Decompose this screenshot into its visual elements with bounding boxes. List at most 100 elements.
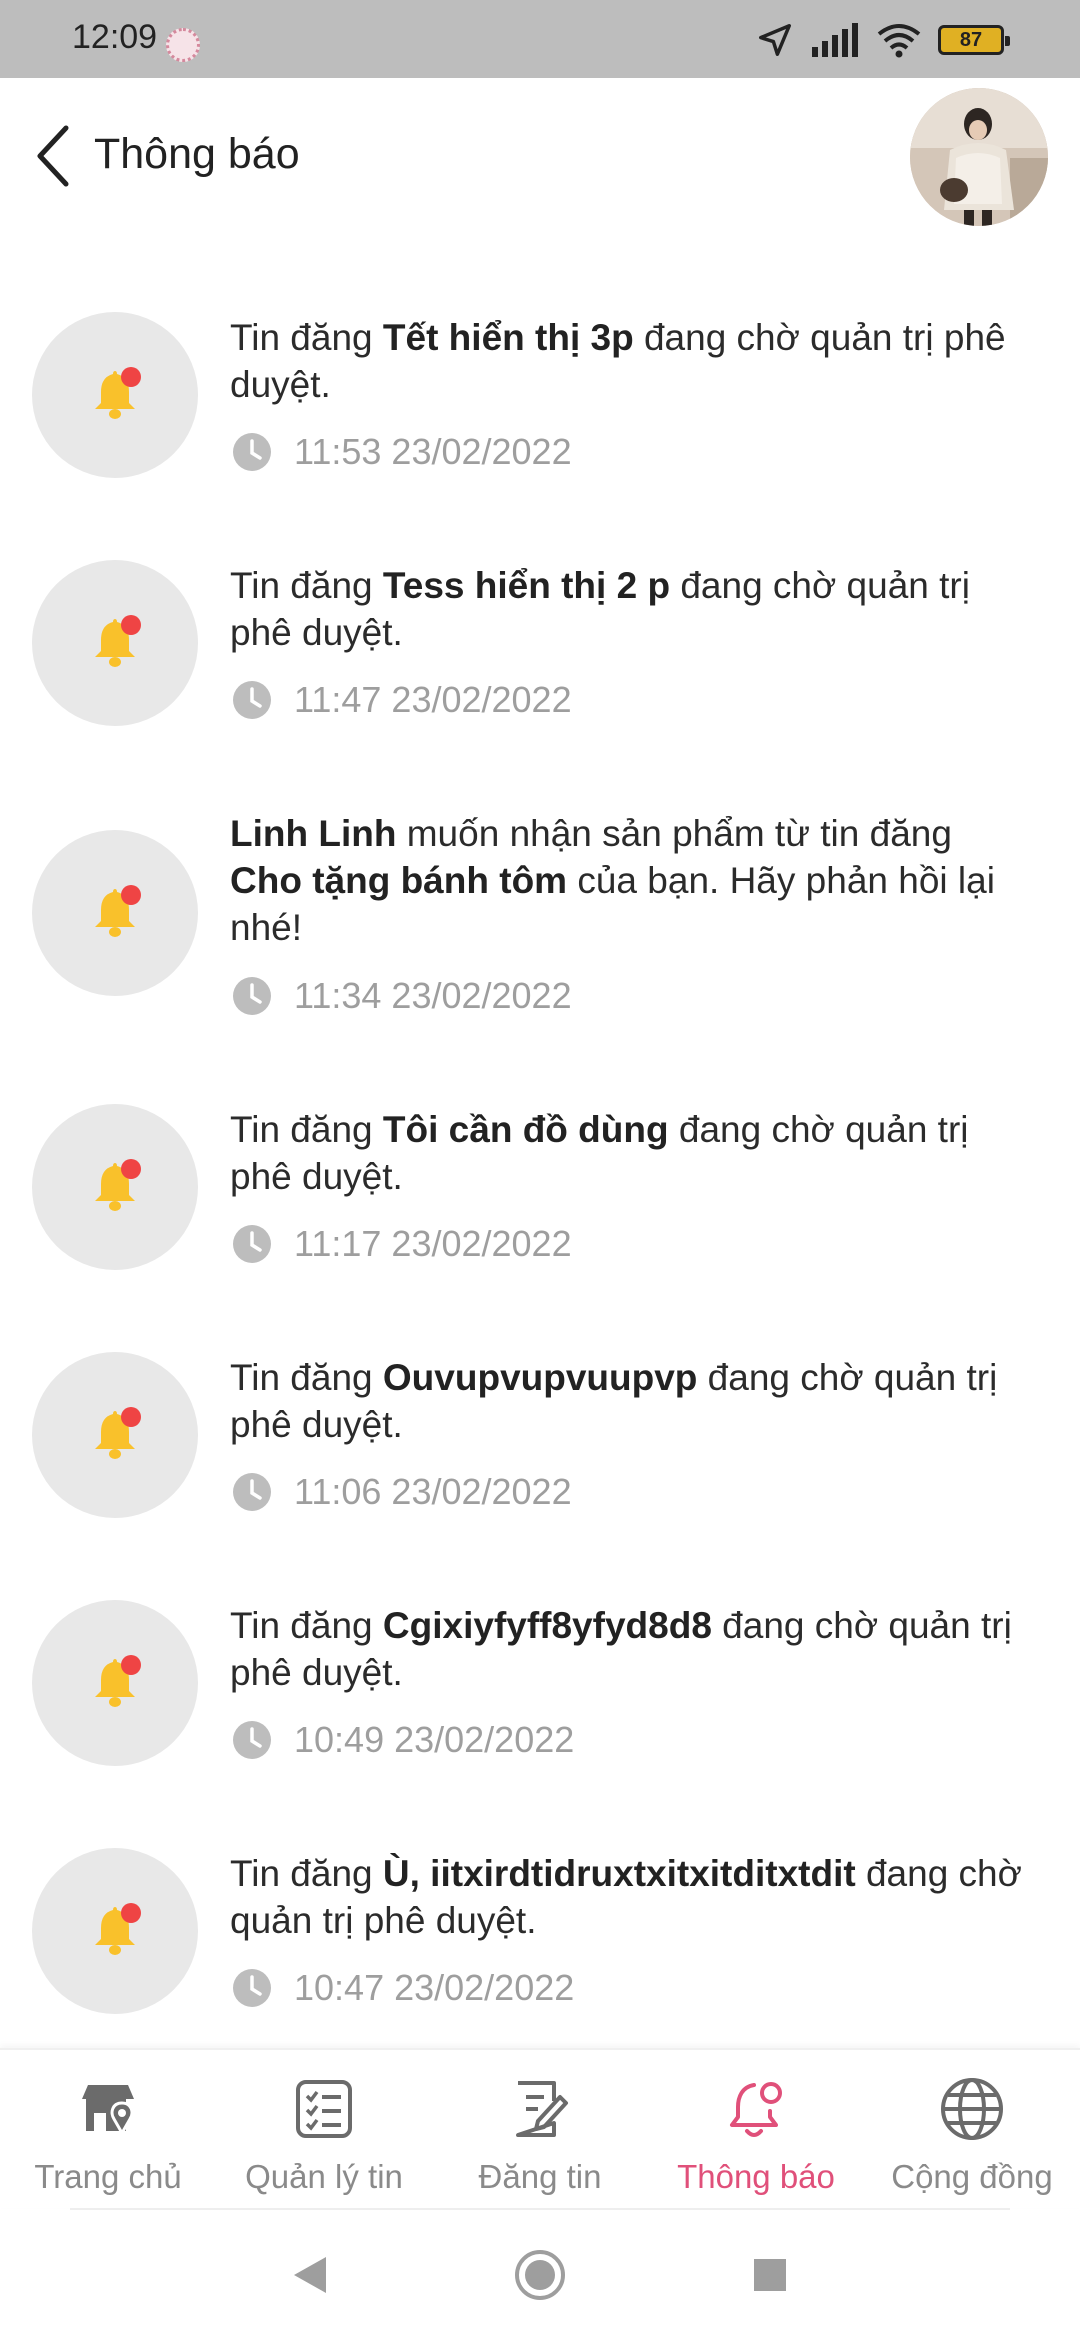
timestamp: 11:17 23/02/2022 — [294, 1223, 572, 1264]
notification-item[interactable]: Tin đăng Ù, iitxirdtidruxtxitxitditxtdit… — [0, 1764, 1080, 2048]
bell-icon — [95, 1159, 141, 1211]
nav-label: Đăng tin — [478, 2158, 602, 2195]
notification-message: Tin đăng Tôi cần đồ dùng đang chờ quản t… — [230, 1106, 1030, 1200]
timestamp: 11:53 23/02/2022 — [294, 431, 572, 472]
edit-post-icon — [516, 2081, 568, 2137]
bottom-navigation: Trang chủ Quản lý tin Đăng tin Thông báo… — [0, 2048, 1080, 2208]
notification-time: 11:53 23/02/2022 — [232, 430, 572, 474]
clock-icon — [233, 977, 271, 1015]
user-name: Linh Linh — [230, 813, 397, 854]
clock-icon — [233, 1225, 271, 1263]
timestamp: 11:34 23/02/2022 — [294, 975, 572, 1016]
post-title: Tôi cần đồ dùng — [382, 1109, 669, 1150]
wifi-icon — [877, 24, 921, 58]
notification-item[interactable]: Tin đăng Tess hiển thị 2 p đang chờ quản… — [0, 476, 1080, 726]
profile-photo — [910, 88, 1048, 226]
message-part: muốn nhận sản phẩm từ tin đăng — [396, 813, 952, 854]
post-title: Cho tặng bánh tôm — [230, 860, 578, 901]
bell-icon — [95, 1655, 141, 1707]
clock-icon — [233, 433, 271, 471]
timestamp: 10:47 23/02/2022 — [294, 1967, 575, 2008]
notification-message: Tin đăng Ouvupvupvuupvp đang chờ quản tr… — [230, 1354, 1030, 1448]
notification-item[interactable]: Tin đăng Ouvupvupvuupvp đang chờ quản tr… — [0, 1268, 1080, 1518]
nav-community[interactable]: Cộng đồng — [864, 2050, 1080, 2208]
chevron-left-icon — [37, 125, 69, 187]
system-navigation-bar — [0, 2210, 1080, 2340]
nav-label: Cộng đồng — [891, 2158, 1053, 2195]
circle-home-icon — [515, 2250, 565, 2300]
post-title: Ouvupvupvuupvp — [382, 1357, 698, 1398]
message-part: Tin đăng — [230, 1605, 383, 1646]
post-title: Ù, iitxirdtidruxtxitxitditxtdit — [382, 1853, 856, 1894]
nav-label: Thông báo — [677, 2158, 835, 2195]
system-recents-button[interactable] — [740, 2245, 800, 2305]
clock-icon — [233, 1969, 271, 2007]
post-title: Tết hiển thị 3p — [382, 317, 634, 358]
notification-item[interactable]: Linh Linh muốn nhận sản phẩm từ tin đăng… — [0, 724, 1080, 1020]
notification-time: 11:06 23/02/2022 — [232, 1470, 572, 1514]
notification-icon-circle — [32, 560, 198, 726]
notification-icon-circle — [32, 830, 198, 996]
notification-time: 10:47 23/02/2022 — [232, 1966, 574, 2010]
page-title: Thông báo — [94, 130, 300, 178]
notification-time: 10:49 23/02/2022 — [232, 1718, 574, 1762]
battery-indicator: 87 — [938, 25, 1010, 55]
notification-message: Tin đăng Tết hiển thị 3p đang chờ quản t… — [230, 314, 1030, 408]
notification-icon-circle — [32, 312, 198, 478]
nav-create-post[interactable]: Đăng tin — [432, 2050, 648, 2208]
back-button[interactable] — [24, 116, 84, 196]
nav-home[interactable]: Trang chủ — [0, 2050, 216, 2208]
store-location-icon — [82, 2085, 134, 2137]
bell-icon — [95, 615, 141, 667]
notification-message: Tin đăng Tess hiển thị 2 p đang chờ quản… — [230, 562, 1030, 656]
bell-icon — [95, 1407, 141, 1459]
notification-message: Tin đăng Ù, iitxirdtidruxtxitxitditxtdit… — [230, 1850, 1030, 1944]
nav-manage-posts[interactable]: Quản lý tin — [216, 2050, 432, 2208]
status-bar: 12:09 87 — [0, 0, 1080, 78]
notification-icon-circle — [32, 1600, 198, 1766]
triangle-back-icon — [294, 2257, 326, 2293]
bell-icon — [730, 2082, 782, 2137]
globe-icon — [941, 2078, 1003, 2140]
system-back-button[interactable] — [280, 2245, 340, 2305]
notification-icon-circle — [32, 1352, 198, 1518]
notification-list[interactable]: Tin đăng Tết hiển thị 3p đang chờ quản t… — [0, 228, 1080, 2048]
post-title: Cgixiyfyff8yfyd8d8 — [382, 1605, 712, 1646]
battery-level: 87 — [959, 28, 983, 51]
message-part: Tin đăng — [230, 1109, 383, 1150]
square-recents-icon — [754, 2259, 786, 2291]
clock-icon — [233, 1721, 271, 1759]
notification-message: Linh Linh muốn nhận sản phẩm từ tin đăng… — [230, 810, 1030, 951]
notification-time: 11:47 23/02/2022 — [232, 678, 572, 722]
message-part: Tin đăng — [230, 317, 383, 358]
checklist-icon — [296, 2080, 352, 2138]
timestamp: 10:49 23/02/2022 — [294, 1719, 575, 1760]
avatar[interactable] — [910, 88, 1048, 226]
nav-notifications[interactable]: Thông báo — [648, 2050, 864, 2208]
app-header: Thông báo — [0, 78, 1080, 228]
message-part: Tin đăng — [230, 565, 383, 606]
timestamp: 11:47 23/02/2022 — [294, 679, 572, 720]
notification-message: Tin đăng Cgixiyfyff8yfyd8d8 đang chờ quả… — [230, 1602, 1030, 1696]
message-part: Tin đăng — [230, 1357, 383, 1398]
notification-item[interactable]: Tin đăng Tết hiển thị 3p đang chờ quản t… — [0, 228, 1080, 478]
timestamp: 11:06 23/02/2022 — [294, 1471, 572, 1512]
clock-icon — [233, 681, 271, 719]
bell-icon — [95, 367, 141, 419]
notification-time: 11:17 23/02/2022 — [232, 1222, 572, 1266]
status-time: 12:09 — [72, 18, 158, 56]
nav-label: Quản lý tin — [245, 2158, 403, 2195]
app-notification-icon — [166, 28, 200, 62]
notification-time: 11:34 23/02/2022 — [232, 974, 572, 1018]
notification-item[interactable]: Tin đăng Tôi cần đồ dùng đang chờ quản t… — [0, 1020, 1080, 1270]
bell-icon — [95, 885, 141, 937]
notification-icon-circle — [32, 1104, 198, 1270]
notification-item[interactable]: Tin đăng Cgixiyfyff8yfyd8d8 đang chờ quả… — [0, 1516, 1080, 1766]
bell-icon — [95, 1903, 141, 1955]
status-icons: 87 — [756, 20, 1010, 60]
system-home-button[interactable] — [510, 2245, 570, 2305]
location-arrow-icon — [759, 24, 791, 56]
nav-label: Trang chủ — [34, 2158, 182, 2195]
post-title: Tess hiển thị 2 p — [382, 565, 671, 606]
message-part: Tin đăng — [230, 1853, 383, 1894]
